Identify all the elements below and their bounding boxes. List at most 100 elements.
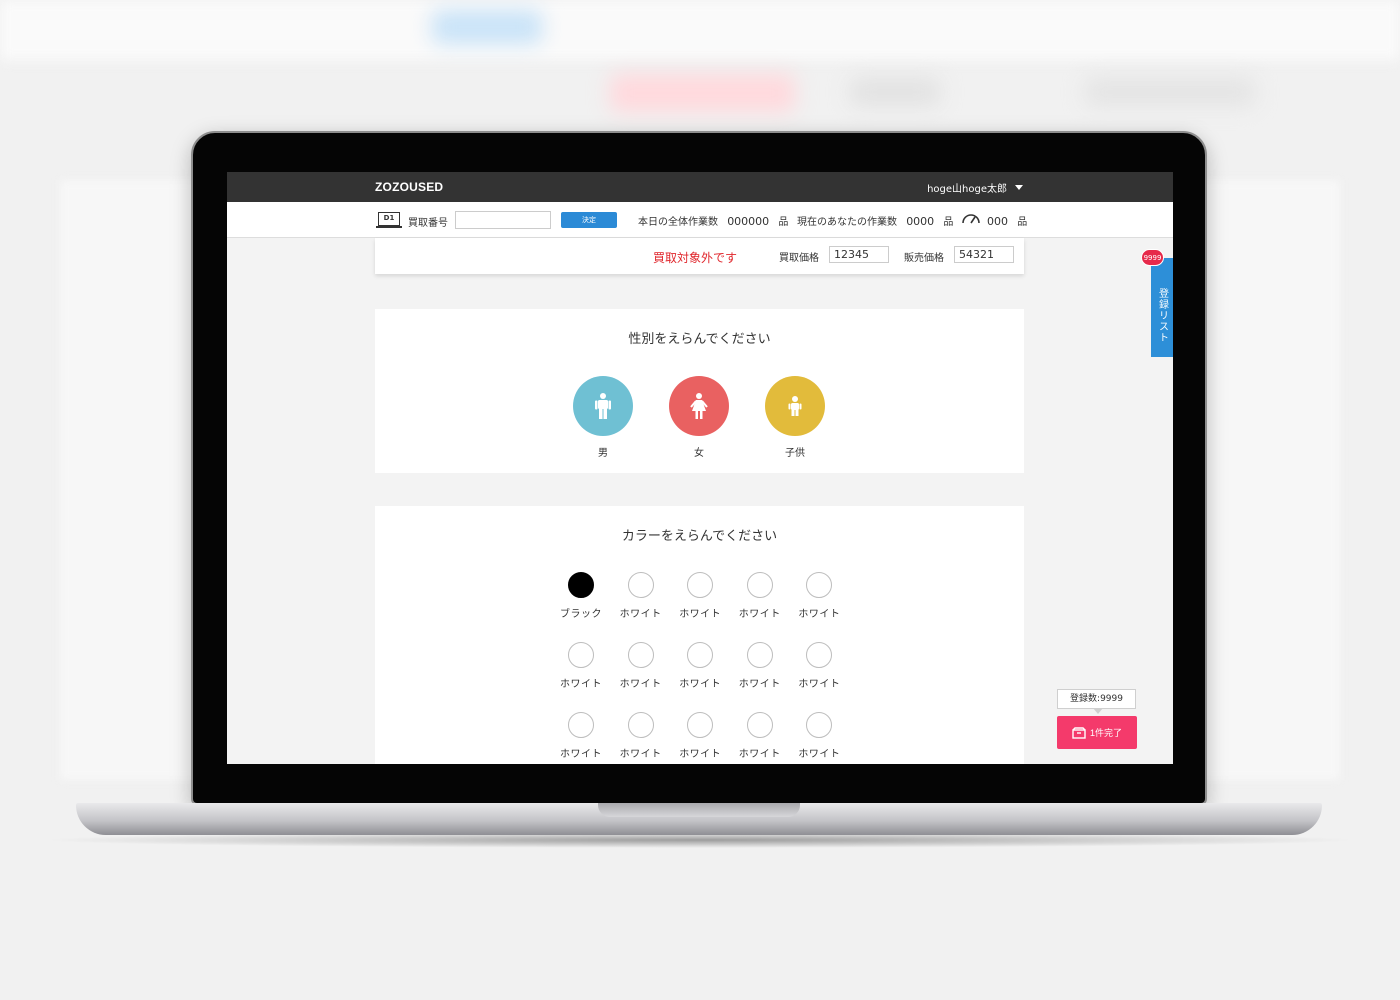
color-option[interactable]: ホワイト: [613, 712, 669, 760]
user-name: hoge山hoge太郎: [927, 184, 1007, 195]
child-icon: [788, 396, 802, 416]
today-total-value: 000000: [727, 215, 770, 228]
color-label: ブラック: [560, 609, 602, 620]
my-count-value: 0000: [906, 215, 935, 228]
toolbar: D1 買取番号 決定 本日の全体作業数 000000 品 現在のあなたの作業数 …: [227, 202, 1173, 238]
color-option[interactable]: ホワイト: [672, 712, 728, 760]
my-count-stat: 現在のあなたの作業数 0000 品: [797, 213, 953, 228]
gender-option-female[interactable]: 女: [669, 376, 729, 459]
background-blur-blue: [432, 10, 542, 44]
kaitori-number-input[interactable]: [455, 211, 551, 229]
color-option[interactable]: ホワイト: [553, 712, 609, 760]
color-label: ホワイト: [679, 749, 722, 760]
speedometer-icon: [962, 214, 980, 224]
color-swatch: [627, 572, 654, 598]
color-label: ホワイト: [679, 609, 722, 620]
decide-button[interactable]: 決定: [561, 212, 617, 228]
color-card: カラーをえらんでください ブラック ホワイト ホワイト ホワイト ホワイト ホワイト ホワイ…: [375, 506, 1024, 764]
registration-count-tooltip: 登録数:9999: [1057, 689, 1136, 714]
color-title: カラーをえらんでください: [621, 529, 778, 544]
sell-price-label: 販売価格: [904, 253, 944, 264]
speed-value: 000: [987, 215, 1008, 228]
color-label: ホワイト: [619, 609, 662, 620]
color-swatch: [627, 642, 654, 668]
color-label: ホワイト: [619, 679, 662, 690]
color-label: ホワイト: [679, 679, 722, 690]
kaitori-number-label: 買取番号: [408, 218, 448, 229]
color-label: ホワイト: [738, 679, 781, 690]
color-label: ホワイト: [738, 749, 781, 760]
color-option[interactable]: ホワイト: [732, 572, 788, 620]
registration-list-tab[interactable]: 登録リスト: [1151, 258, 1173, 357]
color-option[interactable]: ホワイト: [672, 642, 728, 690]
male-icon: [595, 393, 611, 419]
color-option[interactable]: ブラック: [553, 572, 609, 620]
color-option[interactable]: ホワイト: [791, 712, 847, 760]
gender-title: 性別をえらんでください: [628, 332, 771, 347]
status-message: 買取対象外です: [653, 251, 738, 265]
caret-down-icon: [1015, 185, 1023, 190]
today-total-label: 本日の全体作業数: [638, 217, 718, 228]
color-swatch: [806, 642, 833, 668]
registration-count-badge: 9999: [1141, 249, 1164, 266]
color-option[interactable]: ホワイト: [553, 642, 609, 690]
device-base: [376, 226, 402, 228]
color-swatch: [746, 712, 773, 738]
complete-one-button[interactable]: 1件完了: [1057, 716, 1137, 749]
color-swatch: [627, 712, 654, 738]
device-icon: D1: [376, 212, 402, 229]
user-menu[interactable]: hoge山hoge太郎: [927, 180, 1023, 195]
color-swatch: [568, 712, 594, 738]
color-label: ホワイト: [798, 749, 841, 760]
color-label: ホワイト: [798, 609, 841, 620]
color-label: ホワイト: [738, 609, 781, 620]
gender-circle: [765, 376, 825, 436]
complete-one-label: 1件完了: [1089, 728, 1122, 738]
color-option[interactable]: ホワイト: [613, 642, 669, 690]
color-swatch: [746, 642, 773, 668]
color-option[interactable]: ホワイト: [672, 572, 728, 620]
color-label: ホワイト: [798, 679, 841, 690]
today-total-stat: 本日の全体作業数 000000 品: [638, 213, 788, 228]
app-logo: ZOZOUSED: [375, 180, 444, 194]
color-swatch: [687, 712, 714, 738]
female-icon: [690, 393, 708, 419]
background-blur-gray: [1085, 78, 1255, 106]
color-label: ホワイト: [619, 749, 662, 760]
gender-label: 子供: [785, 448, 805, 459]
color-swatch: [806, 572, 833, 598]
color-swatch: [746, 572, 773, 598]
my-count-unit: 品: [943, 217, 954, 228]
price-bar: 買取対象外です 買取価格 12345 販売価格 54321: [375, 238, 1024, 274]
buy-price-field[interactable]: 12345: [829, 246, 889, 263]
background-blur-red: [610, 74, 795, 112]
gender-label: 男: [598, 448, 608, 459]
color-option[interactable]: ホワイト: [732, 712, 788, 760]
today-total-unit: 品: [778, 217, 789, 228]
gender-circle: [573, 376, 633, 436]
laptop-notch: [598, 803, 800, 817]
color-option[interactable]: ホワイト: [791, 642, 847, 690]
gender-option-child[interactable]: 子供: [765, 376, 825, 459]
background-topbar: [0, 0, 1400, 60]
device-code: D1: [378, 212, 400, 226]
color-swatch: [687, 572, 714, 598]
gender-option-male[interactable]: 男: [573, 376, 633, 459]
color-label: ホワイト: [560, 749, 602, 760]
color-option[interactable]: ホワイト: [791, 572, 847, 620]
gender-label: 女: [694, 448, 704, 459]
my-count-label: 現在のあなたの作業数: [797, 217, 897, 228]
color-label: ホワイト: [560, 679, 602, 690]
color-swatch: [568, 572, 594, 598]
color-swatch: [568, 642, 594, 668]
gender-circle: [669, 376, 729, 436]
color-option[interactable]: ホワイト: [613, 572, 669, 620]
box-icon: [1072, 726, 1086, 739]
color-option[interactable]: ホワイト: [732, 642, 788, 690]
color-swatch: [806, 712, 833, 738]
speed-stat: 000 品: [987, 213, 1027, 228]
buy-price-label: 買取価格: [779, 253, 819, 264]
background-blur-gray: [850, 78, 940, 106]
sell-price-field[interactable]: 54321: [954, 246, 1014, 263]
gender-card: 性別をえらんでください 男 女 子供: [375, 309, 1024, 473]
